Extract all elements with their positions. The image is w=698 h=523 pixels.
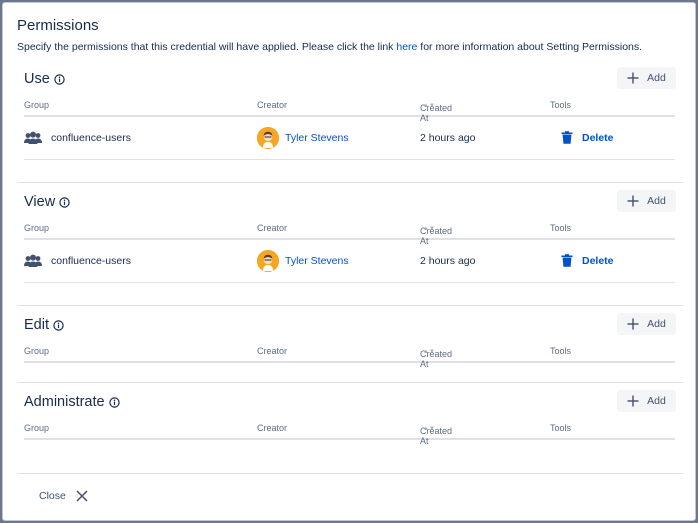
add-button[interactable]: Add	[617, 67, 676, 89]
group-name: confluence-users	[51, 131, 131, 144]
plus-icon	[627, 318, 639, 330]
plus-icon	[627, 195, 639, 207]
sort-icon: ▲▼	[423, 349, 435, 355]
close-icon	[76, 490, 88, 502]
info-icon[interactable]	[54, 73, 65, 85]
description-text-pre: Specify the permissions that this creden…	[17, 41, 397, 53]
column-group: Group	[24, 346, 50, 356]
sort-icon: ▲▼	[423, 226, 435, 232]
footer-divider	[17, 473, 683, 474]
delete-button[interactable]: Delete	[561, 238, 614, 283]
column-creator: Creator	[257, 100, 288, 110]
section-divider	[17, 382, 683, 383]
group-cell: confluence-users	[24, 115, 131, 160]
column-group: Group	[24, 223, 50, 233]
trash-icon	[561, 254, 573, 267]
section-title: Edit	[24, 317, 49, 333]
dialog-description: Specify the permissions that this creden…	[17, 41, 642, 53]
close-label: Close	[39, 490, 66, 502]
add-button-label: Add	[647, 195, 666, 207]
column-creator: Creator	[257, 346, 288, 356]
add-button-label: Add	[647, 395, 666, 407]
trash-icon	[561, 131, 573, 144]
permissions-dialog: Permissions Specify the permissions that…	[2, 2, 696, 521]
section-header: View	[24, 190, 70, 214]
add-button[interactable]: Add	[617, 190, 676, 212]
info-icon[interactable]	[53, 319, 64, 331]
column-creator: Creator	[257, 223, 288, 233]
section-title: View	[24, 194, 56, 210]
section-header: Edit	[24, 313, 64, 337]
section-title: Use	[24, 71, 50, 87]
creator-cell: Tyler Stevens	[257, 238, 349, 283]
table-header: Group Creator Created At ▲▼ Tools	[24, 343, 675, 369]
column-group: Group	[24, 423, 50, 433]
table-header: Group Creator Created At ▲▼ Tools	[24, 220, 675, 246]
avatar	[257, 249, 279, 272]
info-icon[interactable]	[59, 196, 70, 208]
table-header: Group Creator Created At ▲▼ Tools	[24, 97, 675, 123]
add-button-label: Add	[647, 318, 666, 330]
column-group: Group	[24, 100, 50, 110]
delete-button[interactable]: Delete	[561, 115, 614, 160]
column-creator: Creator	[257, 423, 288, 433]
plus-icon	[627, 395, 639, 407]
sort-icon: ▲▼	[423, 103, 435, 109]
group-cell: confluence-users	[24, 238, 131, 283]
creator-link[interactable]: Tyler Stevens	[285, 255, 349, 267]
avatar	[257, 126, 279, 149]
column-tools: Tools	[550, 423, 572, 433]
column-tools: Tools	[550, 346, 572, 356]
column-tools: Tools	[550, 100, 572, 110]
plus-icon	[627, 72, 639, 84]
table-header: Group Creator Created At ▲▼ Tools	[24, 420, 675, 446]
add-button-label: Add	[647, 72, 666, 84]
table-row: confluence-users Tyler Stevens 2 hours a…	[24, 238, 675, 283]
created-at-cell: 2 hours ago	[420, 254, 476, 267]
delete-label: Delete	[582, 131, 614, 144]
created-at-cell: 2 hours ago	[420, 131, 476, 144]
section-title: Administrate	[24, 394, 105, 410]
dialog-title: Permissions	[17, 17, 99, 34]
section-divider	[17, 182, 683, 183]
sort-icon: ▲▼	[423, 426, 435, 432]
users-icon	[24, 254, 42, 268]
column-tools: Tools	[550, 223, 572, 233]
users-icon	[24, 131, 42, 145]
add-button[interactable]: Add	[617, 390, 676, 412]
group-name: confluence-users	[51, 254, 131, 267]
section-header: Administrate	[24, 390, 120, 414]
table-row: confluence-users Tyler Stevens 2 hours a…	[24, 115, 675, 160]
info-icon[interactable]	[108, 396, 120, 408]
section-header: Use	[24, 67, 65, 91]
section-divider	[17, 305, 683, 306]
help-link[interactable]: here	[396, 41, 417, 53]
close-button[interactable]: Close	[39, 490, 88, 502]
creator-link[interactable]: Tyler Stevens	[285, 132, 349, 144]
creator-cell: Tyler Stevens	[257, 115, 349, 160]
add-button[interactable]: Add	[617, 313, 676, 335]
description-text-post: for more information about Setting Permi…	[417, 41, 643, 53]
delete-label: Delete	[582, 254, 614, 267]
